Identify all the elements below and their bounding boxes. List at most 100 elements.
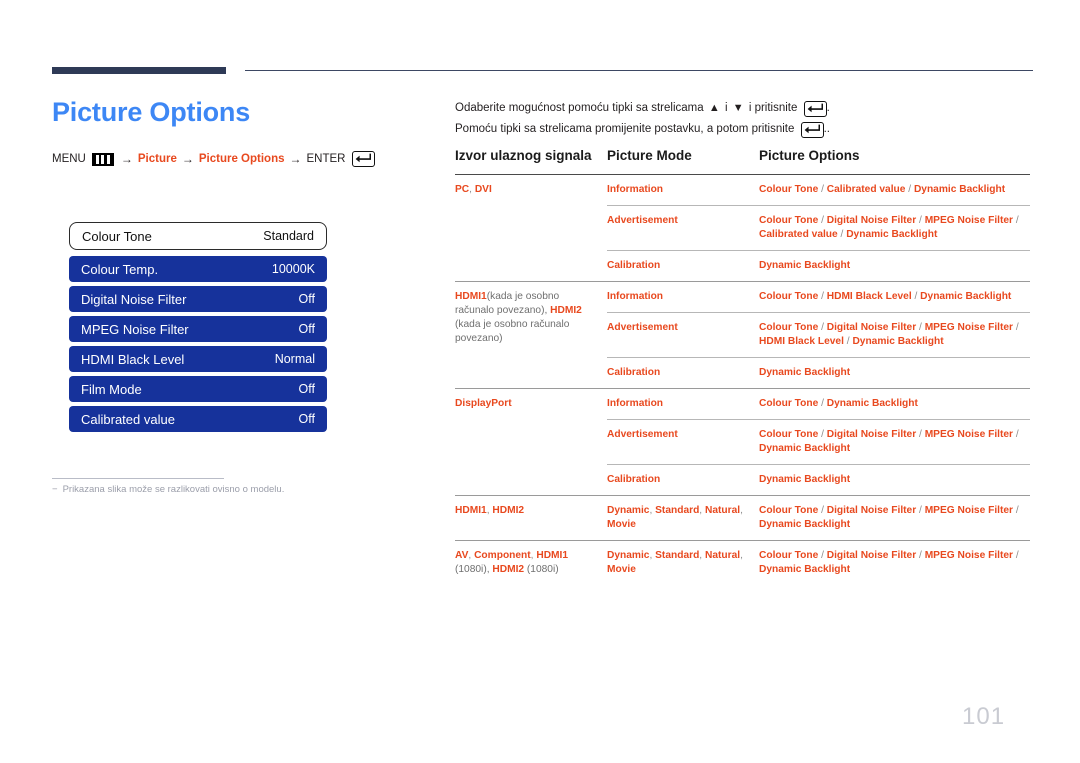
picture-mode-part-0: Information [607, 184, 664, 195]
osd-value: Off [298, 292, 315, 306]
picture-options-part-3: / [911, 291, 921, 302]
breadcrumb-enter-label: ENTER [306, 153, 346, 165]
osd-row-colour-temp[interactable]: Colour Temp. 10000K [69, 256, 327, 282]
osd-row-colour-tone[interactable]: Colour Tone Standard [69, 222, 327, 250]
table-header: Izvor ulaznog signala Picture Mode Pictu… [455, 148, 1030, 175]
breadcrumb-step-picture-options: Picture Options [198, 153, 285, 165]
page-number: 101 [962, 703, 1006, 730]
table-header-row: Izvor ulaznog signala Picture Mode Pictu… [455, 148, 1030, 175]
osd-label: Colour Temp. [81, 261, 159, 277]
header-rule-thick [52, 67, 226, 74]
cell-picture-mode: Advertisement [607, 205, 759, 251]
instruction-line-2-text: Pomoću tipki sa strelicama promijenite p… [455, 123, 795, 135]
instruction-line-1-text-a: Odaberite mogućnost pomoću tipki sa stre… [455, 102, 704, 114]
picture-options-part-4: MPEG Noise Filter [924, 505, 1013, 516]
picture-options-part-1: / [818, 550, 827, 561]
osd-label: Digital Noise Filter [81, 291, 187, 307]
table-row: AV, Component, HDMI1 (1080i), HDMI2 (108… [455, 540, 1030, 585]
picture-options-part-0: Colour Tone [759, 322, 819, 333]
cell-picture-options: Dynamic Backlight [759, 250, 1030, 282]
picture-mode-part-0: Information [607, 398, 664, 409]
picture-options-part-6: Dynamic Backlight [759, 564, 851, 575]
cell-picture-mode: Information [607, 175, 759, 206]
cell-input-source: DisplayPort [455, 388, 607, 496]
instruction-line-1-text-b: i pritisnite [748, 102, 798, 114]
instruction-line-2: Pomoću tipki sa strelicama promijenite p… [455, 119, 1030, 140]
cell-picture-mode: Calibration [607, 357, 759, 389]
osd-label: Film Mode [81, 381, 142, 397]
cell-picture-mode: Advertisement [607, 419, 759, 465]
breadcrumb-menu-label: MENU [52, 153, 86, 165]
cell-input-source: HDMI1, HDMI2 [455, 495, 607, 541]
picture-options-part-5: / [1013, 215, 1019, 226]
picture-options-part-6: Dynamic Backlight [759, 519, 851, 530]
picture-options-part-2: Digital Noise Filter [826, 505, 917, 516]
table-row: PC, DVI Information Colour Tone / Calibrat… [455, 175, 1030, 206]
picture-mode-part-6: Movie [607, 564, 636, 575]
note-text: − Prikazana slika može se razlikovati ovi… [52, 484, 284, 495]
picture-options-part-3: / [916, 505, 925, 516]
breadcrumb-arrow-2: → [181, 152, 194, 166]
osd-label: Calibrated value [81, 411, 175, 427]
picture-options-part-0: Colour Tone [759, 429, 819, 440]
picture-options-part-4: MPEG Noise Filter [924, 550, 1013, 561]
osd-row-film-mode[interactable]: Film Mode Off [69, 376, 327, 402]
cell-picture-mode: Advertisement [607, 312, 759, 358]
input-source-part-2: Component [474, 550, 531, 561]
cell-picture-mode: Dynamic, Standard, Natural, Movie [607, 540, 759, 585]
osd-label: Colour Tone [82, 228, 152, 244]
picture-options-table: Izvor ulaznog signala Picture Mode Pictu… [455, 148, 1030, 585]
picture-options-part-2: Digital Noise Filter [826, 215, 917, 226]
picture-options-part-0: Dynamic Backlight [759, 260, 851, 271]
picture-options-part-5: / [1013, 550, 1019, 561]
osd-row-mpeg-noise-filter[interactable]: MPEG Noise Filter Off [69, 316, 327, 342]
osd-row-hdmi-black-level[interactable]: HDMI Black Level Normal [69, 346, 327, 372]
picture-options-part-4: MPEG Noise Filter [924, 322, 1013, 333]
cell-picture-options: Colour Tone / Digital Noise Filter / MPE… [759, 419, 1030, 465]
picture-options-part-2: Digital Noise Filter [826, 429, 917, 440]
column-header-picture-mode: Picture Mode [607, 148, 692, 163]
osd-value: Off [298, 412, 315, 426]
column-header-picture-options: Picture Options [759, 148, 860, 163]
note-body: Prikazana slika može se razlikovati ovis… [62, 484, 285, 495]
input-source-part-0: HDMI1 [455, 291, 487, 302]
enter-key-icon [800, 121, 824, 138]
input-source-part-0: HDMI1 [455, 505, 487, 516]
picture-options-part-6: Dynamic Backlight [759, 443, 851, 454]
arrow-up-icon: ▲ [708, 102, 720, 114]
cell-input-source: AV, Component, HDMI1 (1080i), HDMI2 (108… [455, 540, 607, 585]
note-dash: − [52, 484, 58, 495]
breadcrumb-step-picture: Picture [137, 153, 177, 165]
picture-options-part-2: Digital Noise Filter [826, 322, 917, 333]
osd-value: 10000K [271, 262, 315, 276]
input-source-part-0: PC [455, 184, 470, 195]
picture-options-part-6: Calibrated value [759, 229, 838, 240]
enter-key-icon [352, 151, 376, 167]
instruction-line-1-period: . [826, 102, 830, 114]
table-row: DisplayPort Information Colour Tone / Dyna… [455, 388, 1030, 496]
cell-picture-options: Colour Tone / Digital Noise Filter / MPE… [759, 312, 1030, 358]
picture-options-part-7: / [837, 229, 847, 240]
column-header-source: Izvor ulaznog signala [455, 148, 592, 163]
osd-row-digital-noise-filter[interactable]: Digital Noise Filter Off [69, 286, 327, 312]
picture-options-part-5: / [1013, 505, 1019, 516]
input-source-part-5: (1080i), [455, 564, 493, 575]
picture-mode-part-4: Natural [704, 550, 741, 561]
picture-options-part-1: / [818, 291, 827, 302]
cell-picture-options: Dynamic Backlight [759, 464, 1030, 496]
cell-picture-options: Colour Tone / Digital Noise Filter / MPE… [759, 495, 1030, 541]
cell-picture-mode: Information [607, 281, 759, 313]
picture-options-part-2: HDMI Black Level [826, 291, 912, 302]
picture-options-part-0: Colour Tone [759, 550, 819, 561]
osd-menu-panel: Colour Tone Standard Colour Temp. 10000K… [69, 222, 327, 436]
picture-options-part-4: Dynamic Backlight [913, 184, 1006, 195]
picture-options-part-4: MPEG Noise Filter [924, 429, 1013, 440]
picture-options-part-8: Dynamic Backlight [852, 336, 944, 347]
cell-input-source: PC, DVI [455, 175, 607, 282]
picture-options-part-2: Digital Noise Filter [826, 550, 917, 561]
instruction-line-2-period: .. [823, 123, 830, 135]
cell-picture-options: Dynamic Backlight [759, 357, 1030, 389]
picture-options-part-0: Colour Tone [759, 291, 819, 302]
arrow-down-icon: ▼ [732, 102, 744, 114]
osd-row-calibrated-value[interactable]: Calibrated value Off [69, 406, 327, 432]
